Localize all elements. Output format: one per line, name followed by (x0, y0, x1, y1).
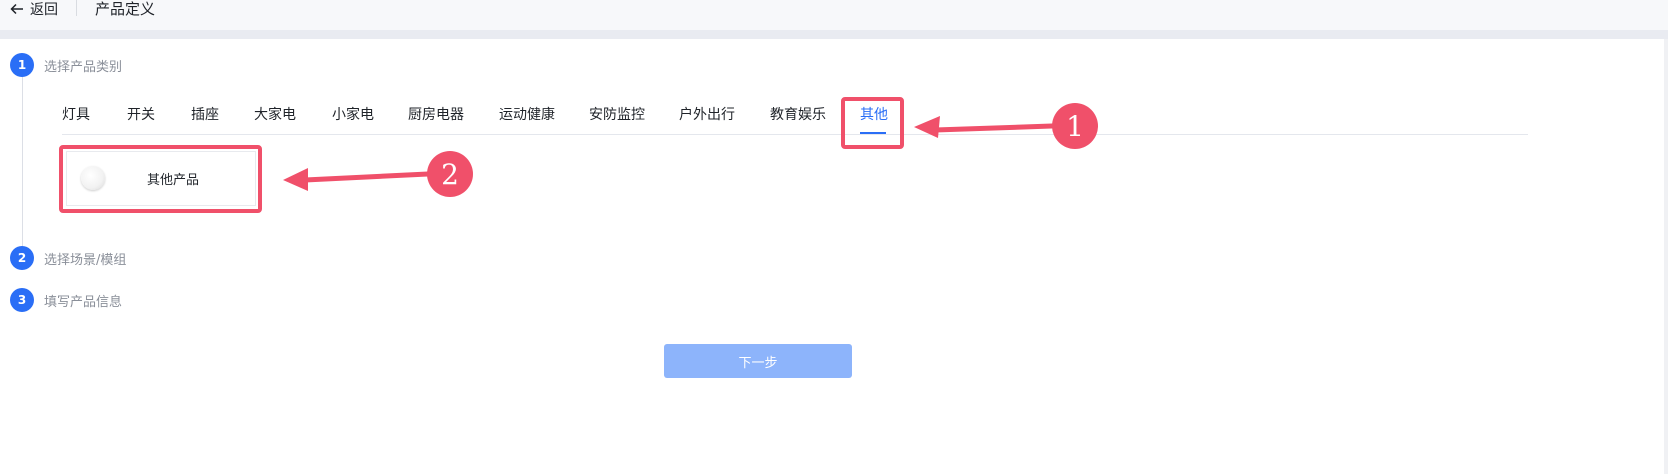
annotation-arrow-2 (283, 168, 431, 191)
annotation-callout-2: 2 (427, 151, 473, 197)
next-step-button[interactable]: 下一步 (664, 344, 852, 378)
annotation-callout-1: 1 (1052, 103, 1098, 149)
annotation-arrows (283, 116, 1055, 191)
annotation-arrow-1 (914, 116, 1055, 138)
scrollbar[interactable] (1664, 39, 1668, 474)
